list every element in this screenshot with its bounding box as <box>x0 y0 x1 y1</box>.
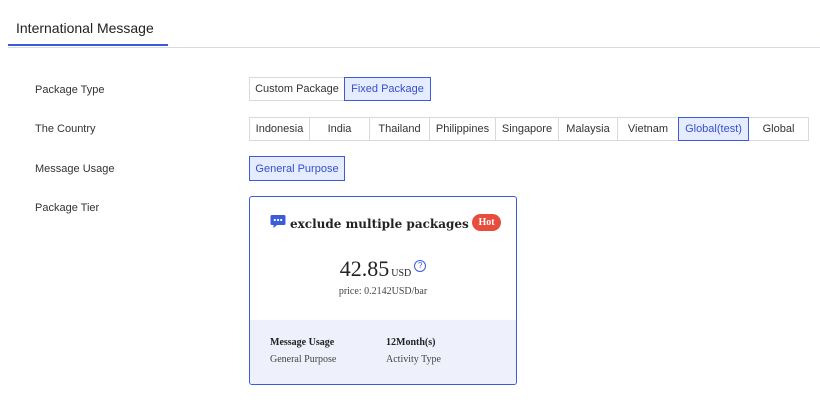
package-type-group: Custom Package Fixed Package <box>249 77 431 101</box>
country-group: Indonesia India Thailand Philippines Sin… <box>249 117 809 141</box>
message-usage-label: Message Usage <box>35 163 115 175</box>
custom-package-button[interactable]: Custom Package <box>249 77 345 101</box>
detail-value: General Purpose <box>270 354 337 365</box>
detail-label: Message Usage <box>270 337 335 348</box>
message-usage-group: General Purpose <box>249 156 345 181</box>
detail-duration: 12Month(s) Activity Type <box>386 337 441 365</box>
package-card-title: exclude multiple packages <box>290 217 469 231</box>
country-india-button[interactable]: India <box>309 117 370 141</box>
country-global-button[interactable]: Global <box>748 117 809 141</box>
package-price: 42.85 <box>339 256 390 281</box>
detail-message-usage: Message Usage General Purpose <box>270 337 336 365</box>
tab-bar: International Message <box>8 0 820 48</box>
package-type-label: Package Type <box>35 84 105 96</box>
package-card[interactable]: exclude multiple packages Hot 42.85 USD? … <box>249 196 517 385</box>
country-singapore-button[interactable]: Singapore <box>495 117 559 141</box>
country-global-test-button[interactable]: Global(test) <box>678 117 749 141</box>
package-card-header: exclude multiple packages <box>270 214 469 234</box>
question-circle-icon[interactable]: ? <box>414 260 427 272</box>
tab-international-message[interactable]: International Message <box>8 20 168 46</box>
general-purpose-button[interactable]: General Purpose <box>249 156 345 181</box>
hot-badge: Hot <box>472 214 501 231</box>
package-currency: USD <box>391 268 412 279</box>
country-thailand-button[interactable]: Thailand <box>369 117 430 141</box>
country-label: The Country <box>35 123 96 135</box>
unit-price: price: 0.2142USD/bar <box>338 286 428 297</box>
fixed-package-button[interactable]: Fixed Package <box>344 77 431 101</box>
country-indonesia-button[interactable]: Indonesia <box>249 117 310 141</box>
package-card-footer: Message Usage General Purpose 12Month(s)… <box>250 320 516 384</box>
chat-bubble-icon <box>270 214 286 234</box>
country-vietnam-button[interactable]: Vietnam <box>617 117 679 141</box>
detail-value: Activity Type <box>386 354 441 365</box>
price-line: 42.85 USD? <box>250 256 516 282</box>
country-malaysia-button[interactable]: Malaysia <box>558 117 618 141</box>
detail-label: 12Month(s) <box>386 337 436 348</box>
country-philippines-button[interactable]: Philippines <box>429 117 496 141</box>
package-tier-label: Package Tier <box>35 202 100 214</box>
